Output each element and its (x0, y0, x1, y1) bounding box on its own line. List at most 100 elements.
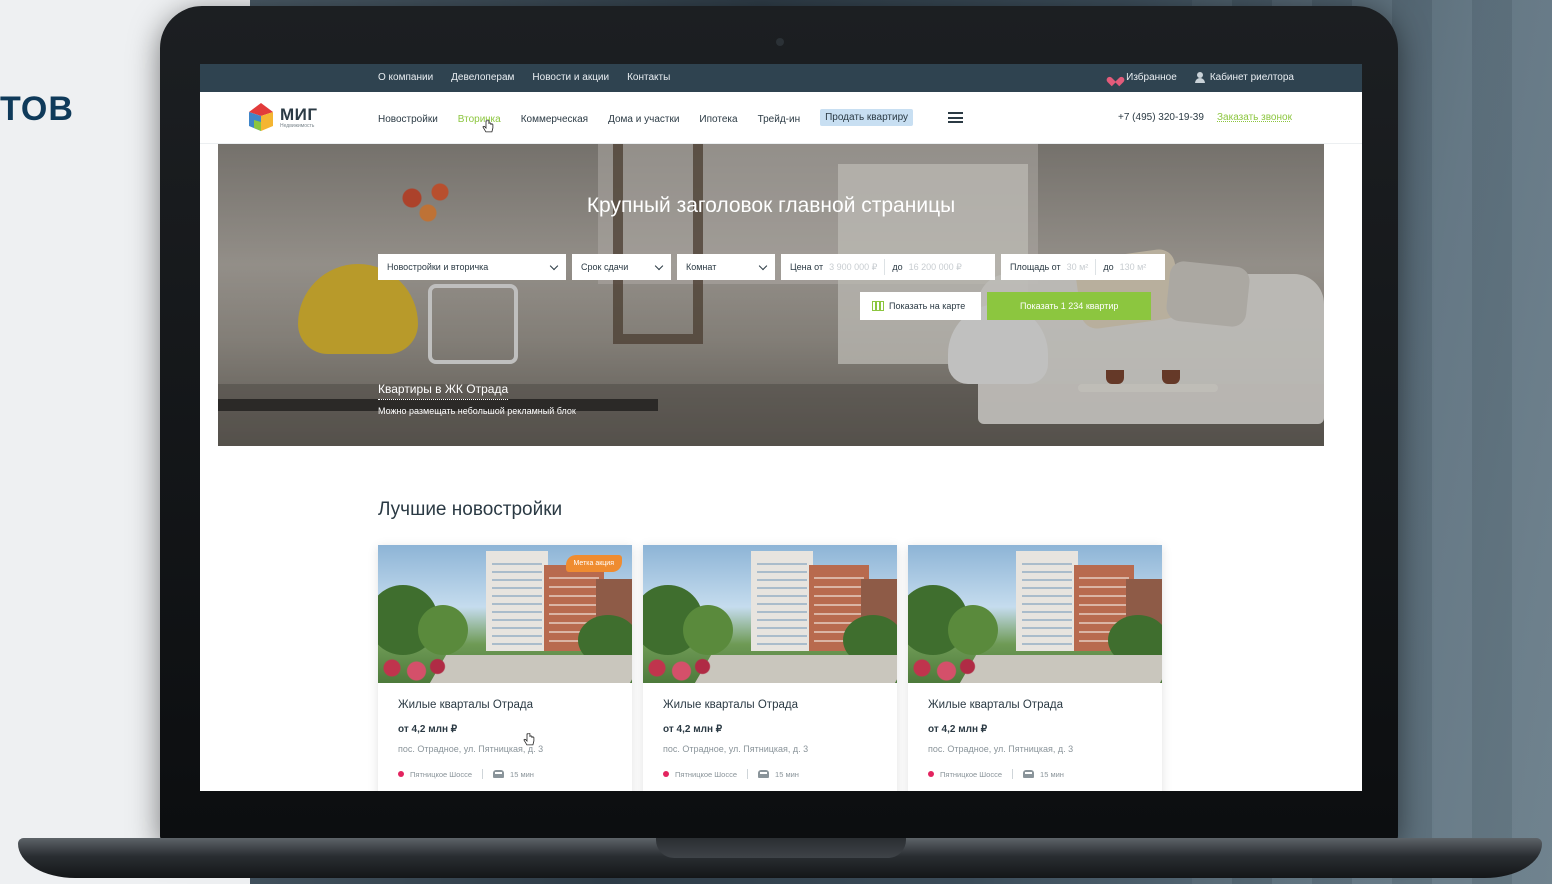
top-link-contacts[interactable]: Контакты (627, 72, 670, 83)
listing-name: Жилые кварталы Отрада (663, 699, 798, 711)
area-to-label: до (1103, 262, 1114, 272)
price-to-input[interactable]: 16 200 000 ₽ (909, 262, 962, 273)
rooms-value: Комнат (686, 262, 717, 272)
search-actions: Показать на карте Показать 1 234 квартир (860, 292, 1152, 320)
listing-address: пос. Отрадное, ул. Пятницкая, д. 3 (663, 744, 809, 754)
chevron-down-icon (758, 261, 768, 271)
hand-cursor-icon (523, 733, 535, 746)
sell-apartment-button[interactable]: Продать квартиру (820, 109, 914, 126)
deadline-value: Срок сдачи (581, 262, 629, 272)
show-on-map-label: Показать на карте (889, 301, 966, 311)
realtor-cabinet-link[interactable]: Кабинет риелтора (1194, 72, 1294, 83)
car-icon (1023, 770, 1035, 778)
show-apartments-button[interactable]: Показать 1 234 квартир (987, 292, 1152, 320)
divider (747, 769, 749, 779)
metro-icon (398, 771, 404, 777)
listing-metro: Пятницкое Шоссе (410, 769, 473, 779)
listing-drive-time: 15 мин (775, 769, 799, 779)
heart-icon (1110, 73, 1121, 83)
area-range-field[interactable]: Площадь от 30 м² до 130 м² (1001, 254, 1165, 280)
listing-name: Жилые кварталы Отрада (928, 699, 1063, 711)
listing-meta: Пятницкое Шоссе 15 мин (663, 769, 799, 779)
map-icon (872, 301, 884, 311)
listing-card[interactable]: Метка акция Жилые кварталы Отрада от 4,2… (378, 545, 632, 791)
top-link-developers[interactable]: Девелоперам (451, 72, 514, 83)
promo-title: Квартиры в ЖК Отрада (378, 382, 509, 400)
listing-photo (643, 545, 897, 683)
listing-metro: Пятницкое Шоссе (675, 769, 738, 779)
show-on-map-button[interactable]: Показать на карте (860, 292, 982, 320)
promo-subtitle: Можно размещать небольшой рекламный блок (378, 406, 576, 416)
nav-item-secondary-label: Вторичка (457, 113, 501, 125)
property-type-select[interactable]: Новостройки и вторичка (378, 254, 566, 280)
area-from-input[interactable]: 30 м² (1067, 262, 1089, 272)
house-logo-icon (249, 103, 273, 131)
divider (482, 769, 484, 779)
listing-address: пос. Отрадное, ул. Пятницкая, д. 3 (398, 744, 544, 754)
main-navbar: МИГ Недвижимость Новостройки Вторичка Ко… (200, 92, 1362, 144)
car-icon (758, 770, 770, 778)
rooms-select[interactable]: Комнат (677, 254, 775, 280)
nav-item-new-buildings[interactable]: Новостройки (378, 114, 438, 125)
chevron-down-icon (654, 261, 664, 271)
phone-number[interactable]: +7 (495) 320-19-39 (1118, 112, 1204, 123)
metro-icon (663, 771, 669, 777)
nav-menu: Новостройки Вторичка Коммерческая Дома и… (378, 109, 914, 132)
search-filters: Новостройки и вторичка Срок сдачи Комнат… (378, 254, 1165, 280)
logo[interactable]: МИГ Недвижимость (248, 102, 318, 132)
listing-price: от 4,2 млн ₽ (398, 724, 458, 735)
top-links: О компании Девелоперам Новости и акции К… (378, 72, 670, 83)
listing-card[interactable]: Жилые кварталы Отрада от 4,2 млн ₽ пос. … (643, 545, 897, 791)
promo-block[interactable]: Квартиры в ЖК Отрада Можно размещать неб… (378, 380, 576, 416)
divider (1095, 259, 1097, 275)
menu-burger-icon[interactable] (948, 112, 963, 123)
top-bar: О компании Девелоперам Новости и акции К… (200, 64, 1362, 92)
listing-address: пос. Отрадное, ул. Пятницкая, д. 3 (928, 744, 1074, 754)
logo-name: МИГ (280, 104, 318, 124)
listing-card[interactable]: Жилые кварталы Отрада от 4,2 млн ₽ пос. … (908, 545, 1162, 791)
favorites-label: Избранное (1126, 72, 1177, 83)
property-type-value: Новостройки и вторичка (387, 262, 489, 272)
deadline-select[interactable]: Срок сдачи (572, 254, 671, 280)
divider (884, 259, 886, 275)
laptop-notch (656, 838, 906, 858)
side-heading-fragment: ТОВ (0, 90, 74, 128)
logo-subtitle: Недвижимость (280, 122, 315, 129)
favorites-link[interactable]: Избранное (1110, 72, 1177, 83)
price-from-label: Цена от (790, 262, 824, 272)
nav-item-commercial[interactable]: Коммерческая (521, 114, 588, 125)
listing-photo (908, 545, 1162, 683)
listing-meta: Пятницкое Шоссе 15 мин (398, 769, 534, 779)
divider (1012, 769, 1014, 779)
nav-item-trade-in[interactable]: Трейд-ин (758, 114, 801, 125)
listing-cards: Метка акция Жилые кварталы Отрада от 4,2… (378, 545, 1162, 791)
nav-item-houses[interactable]: Дома и участки (608, 114, 679, 125)
top-link-news[interactable]: Новости и акции (532, 72, 609, 83)
nav-item-mortgage[interactable]: Ипотека (699, 114, 737, 125)
user-icon (1194, 72, 1205, 83)
realtor-cabinet-label: Кабинет риелтора (1209, 72, 1294, 83)
callback-link[interactable]: Заказать звонок (1217, 112, 1292, 123)
area-from-label: Площадь от (1010, 262, 1061, 272)
hero-title: Крупный заголовок главной страницы (586, 194, 956, 217)
chevron-down-icon (549, 261, 559, 271)
area-to-input[interactable]: 130 м² (1120, 262, 1147, 272)
camera-icon (776, 38, 784, 46)
listing-photo: Метка акция (378, 545, 632, 683)
price-from-input[interactable]: 3 900 000 ₽ (829, 262, 877, 273)
metro-icon (928, 771, 934, 777)
top-bar-right: Избранное Кабинет риелтора (1110, 72, 1294, 83)
top-link-about[interactable]: О компании (378, 72, 433, 83)
price-range-field[interactable]: Цена от 3 900 000 ₽ до 16 200 000 ₽ (781, 254, 995, 280)
nav-item-secondary[interactable]: Вторичка (457, 113, 501, 132)
listing-drive-time: 15 мин (1040, 769, 1064, 779)
car-icon (493, 770, 505, 778)
section-title: Лучшие новостройки (378, 499, 563, 520)
listing-price: от 4,2 млн ₽ (928, 724, 988, 735)
listing-metro: Пятницкое Шоссе (940, 769, 1003, 779)
price-to-label: до (892, 262, 903, 272)
listing-price: от 4,2 млн ₽ (663, 724, 723, 735)
listing-drive-time: 15 мин (510, 769, 534, 779)
hero-banner: Крупный заголовок главной страницы Новос… (218, 144, 1324, 446)
promo-badge: Метка акция (565, 555, 622, 572)
